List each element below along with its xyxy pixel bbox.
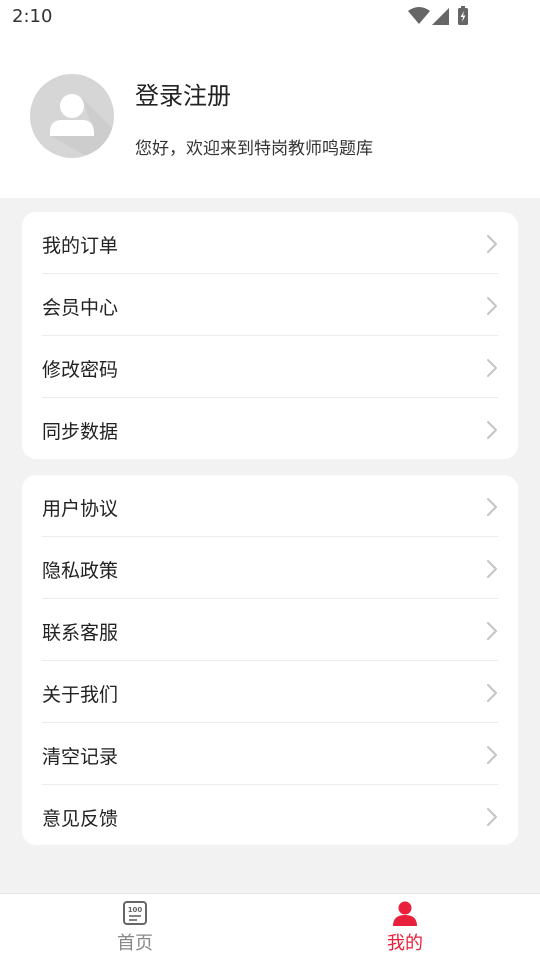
- chevron-right-icon: [487, 622, 497, 640]
- menu-card-info: 用户协议 隐私政策 联系客服 关于我们 清空记录 意见反馈: [22, 475, 518, 845]
- menu-item-label: 同步数据: [42, 421, 119, 443]
- menu-item-about-us[interactable]: 关于我们: [42, 661, 498, 723]
- menu-item-membership-center[interactable]: 会员中心: [42, 274, 498, 336]
- menu-item-label: 意见反馈: [42, 808, 119, 830]
- menu-item-label: 会员中心: [42, 297, 119, 319]
- chevron-right-icon: [487, 808, 497, 826]
- welcome-text: 您好，欢迎来到特岗教师鸣题库: [135, 139, 373, 159]
- menu-item-feedback[interactable]: 意见反馈: [42, 785, 498, 847]
- chevron-right-icon: [487, 359, 497, 377]
- menu-item-label: 关于我们: [42, 684, 119, 706]
- default-avatar-icon: [50, 94, 114, 158]
- chevron-right-icon: [487, 297, 497, 315]
- menu-item-privacy-policy[interactable]: 隐私政策: [42, 537, 498, 599]
- menu-item-label: 用户协议: [42, 498, 119, 520]
- menu-item-sync-data[interactable]: 同步数据: [42, 398, 498, 460]
- menu-item-label: 清空记录: [42, 746, 119, 768]
- menu-item-user-agreement[interactable]: 用户协议: [42, 475, 498, 537]
- profile-header[interactable]: 登录注册 您好，欢迎来到特岗教师鸣题库: [0, 34, 540, 198]
- menu-item-label: 隐私政策: [42, 560, 119, 582]
- menu-item-contact-support[interactable]: 联系客服: [42, 599, 498, 661]
- status-bar: 2:10: [0, 0, 540, 34]
- svg-text:100: 100: [128, 906, 143, 914]
- chevron-right-icon: [487, 684, 497, 702]
- chevron-right-icon: [487, 421, 497, 439]
- cellular-signal-icon: [432, 8, 449, 25]
- exam-book-icon: 100: [123, 901, 147, 925]
- person-icon: [393, 901, 417, 926]
- menu-item-label: 联系客服: [42, 622, 119, 644]
- menu-item-clear-records[interactable]: 清空记录: [42, 723, 498, 785]
- avatar[interactable]: [30, 74, 114, 158]
- menu-card-account: 我的订单 会员中心 修改密码 同步数据: [22, 212, 518, 459]
- bottom-nav: 100 首页 我的: [0, 893, 540, 960]
- chevron-right-icon: [487, 235, 497, 253]
- menu-item-my-orders[interactable]: 我的订单: [42, 212, 498, 274]
- chevron-right-icon: [487, 498, 497, 516]
- menu-item-label: 修改密码: [42, 359, 119, 381]
- chevron-right-icon: [487, 746, 497, 764]
- status-time: 2:10: [12, 6, 53, 27]
- nav-tab-mine-label: 我的: [387, 933, 423, 954]
- login-register-link[interactable]: 登录注册: [135, 76, 231, 111]
- battery-icon: [458, 6, 468, 25]
- chevron-right-icon: [487, 560, 497, 578]
- wifi-icon: [408, 7, 430, 24]
- nav-tab-home[interactable]: 100 首页: [0, 894, 270, 960]
- nav-tab-mine[interactable]: 我的: [270, 894, 540, 960]
- menu-item-change-password[interactable]: 修改密码: [42, 336, 498, 398]
- nav-tab-home-label: 首页: [117, 933, 153, 954]
- menu-item-label: 我的订单: [42, 235, 119, 257]
